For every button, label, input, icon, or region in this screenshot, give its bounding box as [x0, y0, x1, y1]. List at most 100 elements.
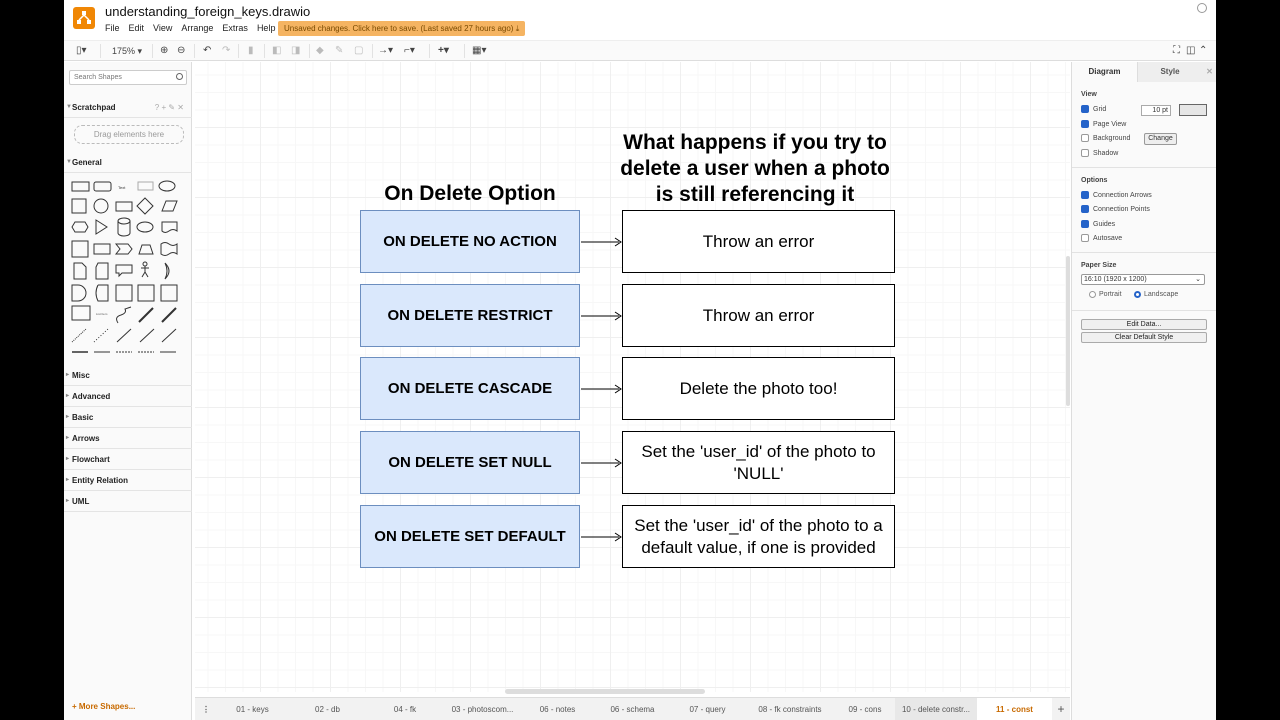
shape-list[interactable] [71, 305, 91, 321]
menu-edit[interactable]: Edit [129, 23, 145, 33]
checkbox-checked[interactable] [1081, 205, 1089, 213]
format-toggle-icon[interactable]: ◫ [1186, 45, 1195, 57]
page-tab-active[interactable]: 11 - const [977, 698, 1052, 720]
sidebar-section-flowchart[interactable]: ▸ Flowchart [64, 449, 192, 470]
table-icon[interactable]: ▦▾ [472, 45, 486, 57]
shape-card[interactable] [95, 262, 109, 280]
waypoints-icon[interactable]: ⌐▾ [404, 45, 415, 57]
arrow-connector[interactable] [581, 458, 623, 468]
shape-line[interactable] [116, 328, 132, 343]
result-box-cascade[interactable]: Delete the photo too! [622, 357, 895, 420]
checkbox-unchecked[interactable] [1081, 234, 1089, 242]
result-box-set-null[interactable]: Set the 'user_id' of the photo to 'NULL' [622, 431, 895, 494]
shape-arrow[interactable] [161, 307, 177, 323]
edit-data-button[interactable]: Edit Data... [1081, 319, 1207, 330]
page-tab[interactable]: 06 - notes [520, 698, 595, 720]
shape-curve[interactable] [116, 306, 132, 324]
more-shapes-button[interactable]: + More Shapes... [72, 702, 135, 711]
checkbox-checked[interactable] [1081, 191, 1089, 199]
shape-bidirectional-arrow[interactable] [138, 307, 154, 323]
page-tab[interactable]: 03 - photoscom... [445, 698, 520, 720]
landscape-radio[interactable]: Landscape [1134, 291, 1178, 298]
add-page-icon[interactable]: + [1052, 698, 1070, 720]
option-box-restrict[interactable]: ON DELETE RESTRICT [360, 284, 580, 347]
menu-arrange[interactable]: Arrange [181, 23, 213, 33]
radio-selected[interactable] [1134, 291, 1141, 298]
vertical-scrollbar[interactable] [1066, 256, 1070, 406]
right-column-title[interactable]: What happens if you try to delete a user… [613, 130, 897, 208]
option-box-set-default[interactable]: ON DELETE SET DEFAULT [360, 505, 580, 568]
page-tab[interactable]: 02 - db [290, 698, 365, 720]
shape-square[interactable] [71, 198, 87, 214]
tab-diagram[interactable]: Diagram [1072, 62, 1137, 82]
page-tab[interactable]: 06 - schema [595, 698, 670, 720]
shadow-checkbox[interactable]: Shadow [1081, 149, 1118, 157]
checkbox-checked[interactable] [1081, 120, 1089, 128]
format-panel-icon[interactable]: ▯▾ [76, 45, 87, 57]
menu-file[interactable]: File [105, 23, 120, 33]
checkbox-unchecked[interactable] [1081, 149, 1089, 157]
checkbox-checked[interactable] [1081, 105, 1089, 113]
shape-swimlane[interactable] [137, 284, 155, 302]
sidebar-section-misc[interactable]: ▸ Misc [64, 365, 192, 386]
shape-cloud[interactable] [136, 221, 154, 233]
search-shapes-input[interactable]: Search Shapes [69, 70, 187, 85]
clear-default-style-button[interactable]: Clear Default Style [1081, 332, 1207, 343]
shape-process[interactable] [115, 201, 133, 212]
scratchpad-dropzone[interactable]: Drag elements here [74, 125, 184, 144]
menu-extras[interactable]: Extras [222, 23, 248, 33]
sidebar-section-basic[interactable]: ▸ Basic [64, 407, 192, 428]
change-background-button[interactable]: Change [1144, 133, 1177, 145]
sidebar-section-uml[interactable]: ▸ UML [64, 491, 192, 512]
insert-icon[interactable]: +▾ [438, 45, 449, 57]
scratchpad-tools[interactable]: ? + ✎ ✕ [155, 97, 184, 118]
shape-trapezoid[interactable] [138, 244, 154, 255]
horizontal-scrollbar[interactable] [505, 689, 705, 694]
arrow-connector[interactable] [581, 384, 623, 394]
paper-size-select[interactable]: 16:10 (1920 x 1200) ⌄ [1081, 274, 1205, 285]
shape-text[interactable]: Text [118, 185, 126, 190]
background-checkbox[interactable]: Background [1081, 134, 1130, 142]
page-tab[interactable]: 01 - keys [215, 698, 290, 720]
shape-document[interactable] [161, 221, 178, 233]
arrow-connector[interactable] [581, 237, 623, 247]
general-header[interactable]: ▼ General [64, 152, 192, 173]
grid-checkbox[interactable]: Grid [1081, 105, 1106, 113]
shape-note[interactable] [73, 262, 87, 280]
shape-actor[interactable] [142, 261, 148, 267]
sidebar-section-entity-relation[interactable]: ▸ Entity Relation [64, 470, 192, 491]
redo-icon[interactable]: ↷ [222, 45, 230, 57]
option-box-set-null[interactable]: ON DELETE SET NULL [360, 431, 580, 494]
zoom-select[interactable]: 175% ▾ [112, 45, 142, 57]
shape-circle[interactable] [93, 198, 109, 214]
option-box-cascade[interactable]: ON DELETE CASCADE [360, 357, 580, 420]
shape-container[interactable] [115, 284, 133, 302]
pages-menu-icon[interactable]: ⋮ [199, 698, 213, 720]
search-icon[interactable] [176, 73, 183, 80]
shape-list-item[interactable]: List Item [96, 312, 108, 316]
autosave-checkbox[interactable]: Autosave [1081, 234, 1122, 242]
shape-step[interactable] [114, 243, 133, 255]
grid-color-swatch[interactable] [1179, 104, 1207, 116]
left-column-title[interactable]: On Delete Option [360, 182, 580, 206]
checkbox-checked[interactable] [1081, 220, 1089, 228]
connection-arrows-checkbox[interactable]: Connection Arrows [1081, 191, 1152, 199]
guides-checkbox[interactable]: Guides [1081, 220, 1115, 228]
shape-textbox[interactable] [137, 181, 154, 191]
page-tab[interactable]: 10 - delete constr... [895, 698, 977, 720]
general-shapes-palette[interactable]: Text List Item [70, 179, 186, 357]
language-globe-icon[interactable] [1197, 3, 1207, 13]
shape-rounded-rectangle[interactable] [93, 181, 112, 192]
option-box-no-action[interactable]: ON DELETE NO ACTION [360, 210, 580, 273]
zoom-in-icon[interactable]: ⊕ [160, 45, 168, 57]
file-name[interactable]: understanding_foreign_keys.drawio [105, 4, 310, 19]
diagram-canvas[interactable]: On Delete Option What happens if you try… [195, 62, 1070, 692]
fill-color-icon[interactable]: ◆ [316, 45, 324, 57]
shape-bidirectional-connector[interactable] [139, 328, 155, 343]
shape-data-storage[interactable] [71, 284, 87, 302]
to-front-icon[interactable]: ◧ [272, 45, 281, 57]
shape-triangle[interactable] [95, 219, 108, 235]
zoom-out-icon[interactable]: ⊖ [177, 45, 185, 57]
tab-style[interactable]: Style [1137, 62, 1202, 82]
shape-ellipse[interactable] [158, 180, 176, 192]
